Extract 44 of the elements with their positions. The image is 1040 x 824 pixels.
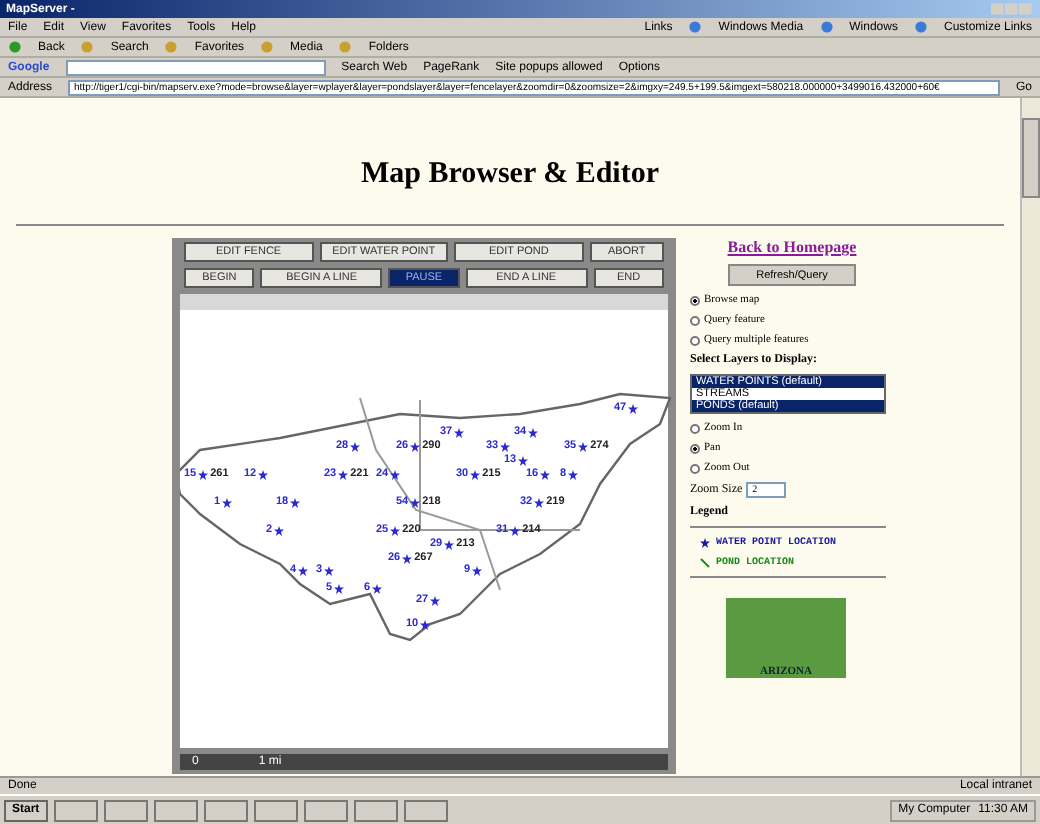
star-icon: [534, 497, 545, 507]
star-icon: [372, 583, 383, 593]
star-icon: [222, 497, 233, 507]
taskbar-window-button[interactable]: [103, 799, 148, 821]
star-icon: [510, 525, 521, 535]
star-icon: [430, 595, 441, 605]
taskbar-window-button[interactable]: [353, 799, 398, 821]
star-icon: [568, 469, 579, 479]
homepage-link[interactable]: Back to Homepage: [690, 238, 894, 256]
star-icon: [258, 469, 269, 479]
star-icon: [350, 441, 361, 451]
taskbar-window-button[interactable]: [303, 799, 348, 821]
star-icon: [274, 525, 285, 535]
taskbar-window-button[interactable]: [403, 799, 448, 821]
taskbar-window-button[interactable]: [203, 799, 248, 821]
star-icon: [390, 525, 401, 535]
star-icon: [540, 469, 551, 479]
star-icon: [628, 403, 639, 413]
taskbar-window-button[interactable]: [253, 799, 298, 821]
star-icon: [420, 619, 431, 629]
taskbar-window-button[interactable]: [53, 799, 98, 821]
star-icon: [472, 565, 483, 575]
star-icon: [528, 427, 539, 437]
taskbar-window-button[interactable]: [153, 799, 198, 821]
star-icon: [198, 469, 209, 479]
star-icon: [298, 565, 309, 575]
star-icon: [324, 565, 335, 575]
star-icon: [454, 427, 465, 437]
star-icon: [410, 497, 421, 507]
star-icon: [444, 539, 455, 549]
star-icon: [470, 469, 481, 479]
star-icon: [500, 441, 511, 451]
star-icon: [390, 469, 401, 479]
star-icon: [334, 583, 345, 593]
star-icon: [700, 537, 710, 547]
search-field[interactable]: [65, 59, 326, 75]
star-icon: [410, 441, 421, 451]
star-icon: [338, 469, 349, 479]
scrollbar[interactable]: [1020, 98, 1040, 776]
page-heading: Map Browser & Editor: [358, 158, 662, 192]
star-icon: [290, 497, 301, 507]
star-icon: [402, 553, 413, 563]
star-icon: [578, 441, 589, 451]
star-icon: [518, 455, 529, 465]
